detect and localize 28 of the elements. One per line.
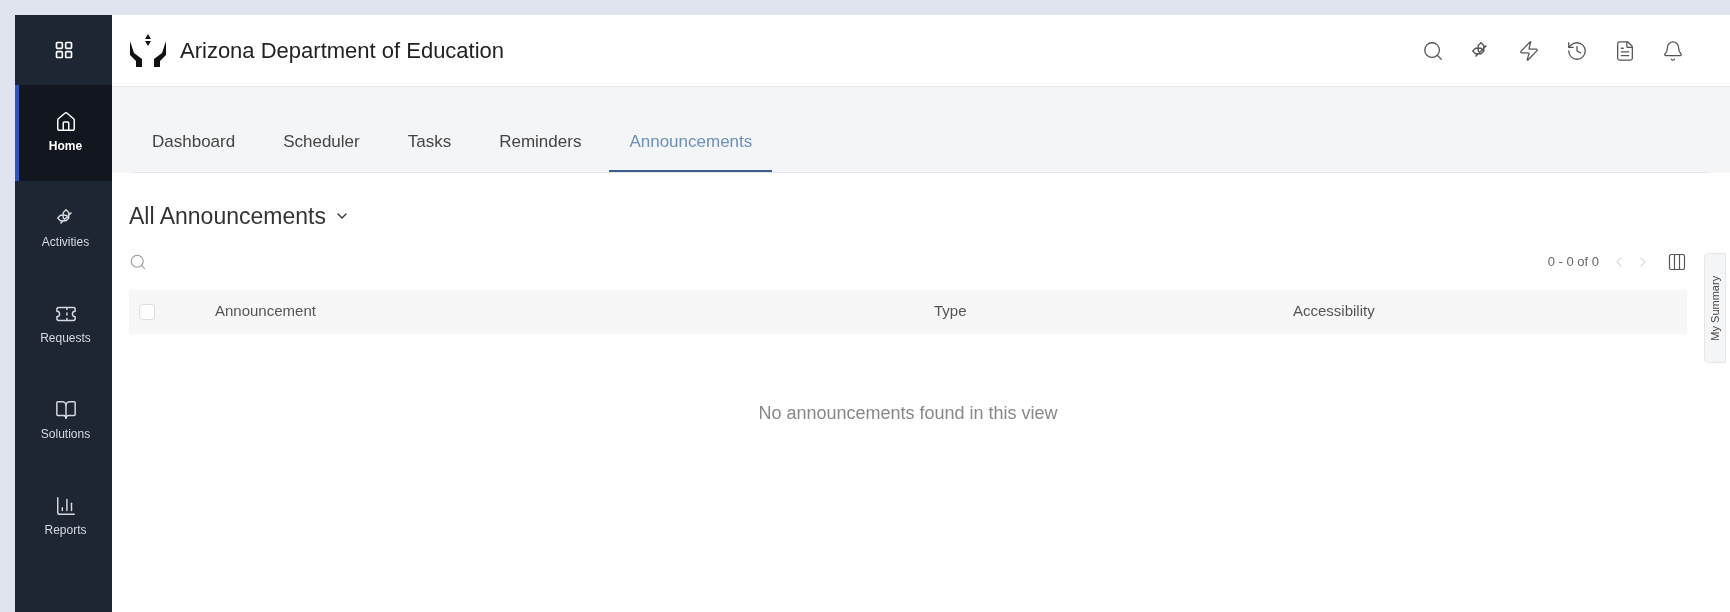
book-icon <box>54 399 77 421</box>
search-icon[interactable] <box>1422 39 1444 62</box>
empty-message: No announcements found in this view <box>758 402 1058 425</box>
sidebar-item[interactable]: Activities <box>15 181 112 277</box>
organization-title: Arizona Department of Education <box>180 37 505 65</box>
sidebar-item[interactable]: Home <box>15 85 112 181</box>
tab[interactable]: Scheduler <box>263 112 380 172</box>
side-panel-tab[interactable]: My Summary <box>1704 253 1726 363</box>
pagination-count: 0 - 0 of 0 <box>1547 252 1599 271</box>
document-icon[interactable] <box>1614 39 1636 62</box>
tab[interactable]: Dashboard <box>132 112 256 172</box>
tab[interactable]: Reminders <box>479 112 602 172</box>
history-icon[interactable] <box>1566 39 1588 62</box>
sidebar-item[interactable]: Reports <box>15 469 112 565</box>
lightning-icon[interactable] <box>1518 39 1540 62</box>
tab[interactable]: Tasks <box>387 112 472 172</box>
home-icon <box>54 111 77 133</box>
column-header[interactable]: Announcement <box>215 300 934 323</box>
sidebar-item[interactable]: Requests <box>15 277 112 373</box>
notification-icon[interactable] <box>1662 39 1684 62</box>
select-all-checkbox[interactable] <box>139 303 155 320</box>
column-settings-icon[interactable] <box>1667 251 1687 272</box>
column-header[interactable]: Accessibility <box>1293 300 1375 323</box>
column-header[interactable]: Type <box>934 300 1293 323</box>
hands-logo-icon <box>128 32 168 69</box>
view-selector[interactable]: All Announcements <box>129 199 350 234</box>
sidebar-item[interactable]: Solutions <box>15 373 112 469</box>
chart-icon <box>54 495 77 517</box>
